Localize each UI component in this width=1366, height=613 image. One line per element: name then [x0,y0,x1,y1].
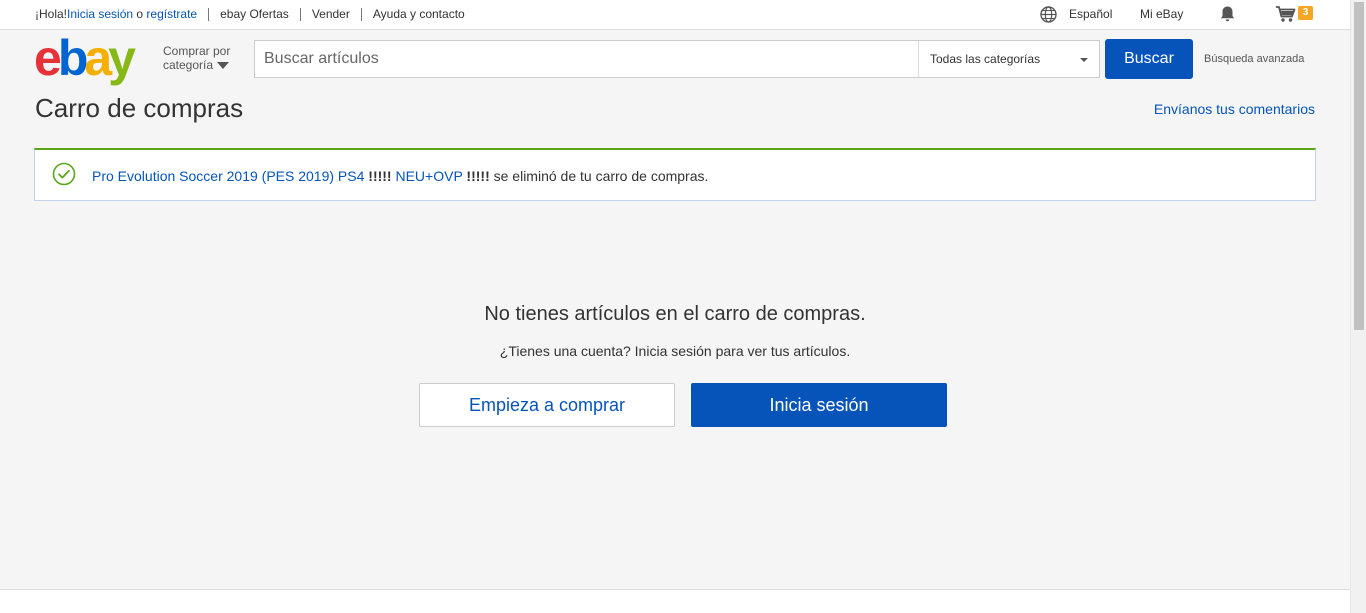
globe-icon[interactable] [1040,6,1057,26]
alert-message: Pro Evolution Soccer 2019 (PES 2019) PS4… [92,168,708,184]
feedback-link[interactable]: Envíanos tus comentarios [1154,101,1315,117]
logo-letter-b: b [57,30,88,86]
footer [0,590,1350,613]
vertical-scrollbar[interactable] [1350,0,1366,613]
removed-item-alert: Pro Evolution Soccer 2019 (PES 2019) PS4… [34,148,1316,201]
item-title-part2: NEU+OVP [391,168,467,184]
category-select[interactable]: Todas las categorías [918,41,1099,77]
logo-letter-e: e [34,30,62,86]
shop-by-label-line2: categoría [163,58,214,72]
empty-cart-title: No tienes artículos en el carro de compr… [484,303,866,325]
advanced-search-link[interactable]: Búsqueda avanzada [1204,53,1304,65]
ebay-logo[interactable]: ebay [34,30,136,86]
shop-by-label-line1: Comprar por [163,44,231,58]
alert-text: se eliminó de tu carro de compras. [489,168,709,184]
shop-by-category-button[interactable]: Comprar por categoría [163,44,230,72]
logo-letter-y: y [108,30,136,86]
empty-cart-subtitle: ¿Tienes una cuenta? Inicia sesión para v… [499,343,851,359]
search-button[interactable]: Buscar [1105,39,1193,79]
item-title-bang1: !!!!! [368,168,392,184]
search-bar: Todas las categorías [254,40,1100,78]
chevron-down-icon [1080,58,1088,62]
cart-icon[interactable] [1275,5,1297,26]
cart-count-badge: 3 [1298,6,1313,20]
page-title: Carro de compras [35,93,244,123]
top-bar-right: Español Mi eBay 3 [0,0,1350,30]
chevron-down-icon [217,62,230,70]
bell-icon[interactable] [1219,5,1236,26]
scrollbar-thumb[interactable] [1354,2,1364,330]
category-select-value: Todas las categorías [930,52,1041,66]
item-title-bang2: !!!!! [466,168,490,184]
logo-letter-a: a [84,30,112,86]
top-bar: ¡Hola! Inicia sesión o regístrate ebay O… [0,0,1350,30]
language-link[interactable]: Español [1069,7,1112,21]
signin-button[interactable]: Inicia sesión [691,383,947,427]
item-title-part1: Pro Evolution Soccer 2019 (PES 2019) PS4 [92,168,369,184]
header: ebay Comprar por categoría Todas las cat… [0,31,1350,87]
my-ebay-link[interactable]: Mi eBay [1140,7,1183,21]
start-shopping-button[interactable]: Empieza a comprar [419,383,675,427]
removed-item-link[interactable]: Pro Evolution Soccer 2019 (PES 2019) PS4… [92,168,490,184]
check-circle-icon [52,162,76,186]
search-input[interactable] [255,41,918,77]
